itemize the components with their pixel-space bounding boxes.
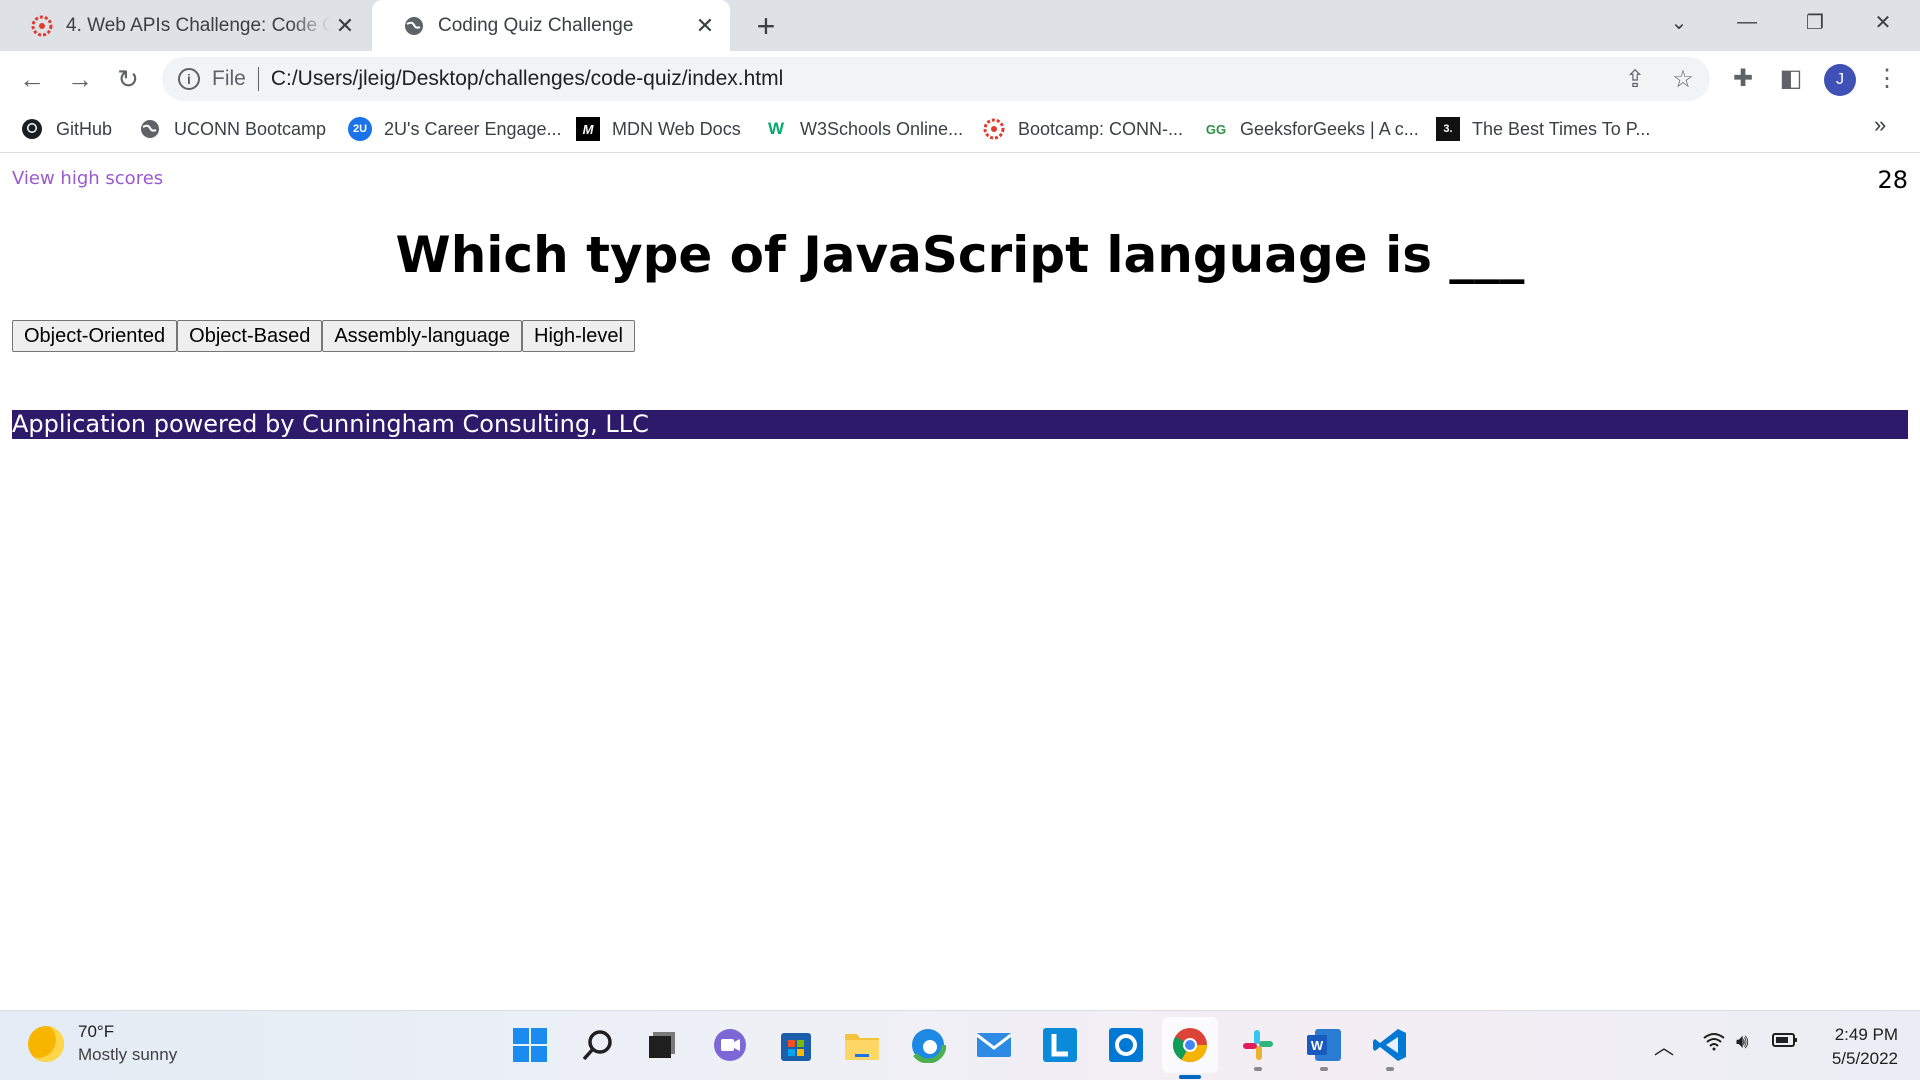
browser-toolbar: ← → ↻ i File C:/Users/jleig/Desktop/chal… — [0, 51, 1920, 105]
start-icon[interactable] — [510, 1025, 550, 1065]
answer-button-high-level[interactable]: High-level — [522, 320, 635, 352]
bookmark-label: MDN Web Docs — [612, 118, 741, 139]
running-app-indicator — [1320, 1067, 1328, 1071]
tab-strip: 4. Web APIs Challenge: Code Quiz ✕ Codin… — [0, 0, 1920, 51]
new-tab-button[interactable]: + — [748, 8, 784, 44]
mail-icon[interactable] — [974, 1025, 1014, 1065]
bookmark-label: Bootcamp: CONN-... — [1018, 118, 1184, 139]
tab-web-apis-challenge[interactable]: 4. Web APIs Challenge: Code Quiz ✕ — [0, 0, 370, 51]
bookmark-2u-career[interactable]: 2U 2U's Career Engage... — [348, 115, 562, 143]
tab-coding-quiz-challenge[interactable]: Coding Quiz Challenge ✕ — [372, 0, 730, 51]
answer-button-object-oriented[interactable]: Object-Oriented — [12, 320, 178, 352]
bookmarks-bar: GitHub UCONN Bootcamp 2U 2U's Career Eng… — [0, 105, 1920, 153]
answer-button-object-based[interactable]: Object-Based — [177, 320, 323, 352]
tab-title: Coding Quiz Challenge — [438, 14, 634, 36]
running-app-indicator — [1254, 1067, 1262, 1071]
article-icon: 3. — [1436, 117, 1460, 141]
close-tab-icon[interactable]: ✕ — [330, 11, 360, 41]
share-icon[interactable]: ⇪ — [1622, 66, 1648, 93]
answer-buttons: Object-Oriented Object-Based Assembly-la… — [12, 320, 635, 352]
weather-temp: 70°F — [78, 1022, 115, 1041]
system-clock[interactable]: 2:49 PM 5/5/2022 — [1832, 1023, 1898, 1071]
reload-button[interactable]: ↻ — [108, 59, 148, 99]
vscode-icon[interactable] — [1370, 1025, 1410, 1071]
clock-date: 5/5/2022 — [1831, 1049, 1898, 1068]
mdn-icon: M — [576, 117, 600, 141]
back-button[interactable]: ← — [12, 59, 52, 99]
avatar[interactable]: J — [1824, 64, 1856, 96]
globe-icon — [402, 14, 426, 38]
battery-icon[interactable] — [1772, 1031, 1798, 1054]
bookmark-label: The Best Times To P... — [1472, 118, 1651, 139]
globe-icon — [138, 117, 162, 141]
bookmark-bootcamp-conn[interactable]: Bootcamp: CONN-... — [982, 115, 1183, 143]
weather-sun-icon — [28, 1026, 64, 1062]
teams-chat-icon[interactable] — [710, 1025, 750, 1065]
url-text[interactable]: C:/Users/jleig/Desktop/challenges/code-q… — [271, 67, 783, 91]
close-window-button[interactable]: ✕ — [1850, 0, 1916, 45]
geeksforgeeks-icon: GG — [1205, 121, 1227, 137]
microsoft-store-icon[interactable] — [776, 1025, 816, 1065]
w3schools-icon: W — [767, 119, 785, 138]
wifi-icon[interactable] — [1702, 1031, 1726, 1057]
forward-button[interactable]: → — [60, 59, 100, 99]
url-scheme-label: File — [212, 67, 246, 90]
chrome-icon[interactable] — [1162, 1017, 1218, 1079]
quiz-page: View high scores 28 Which type of JavaSc… — [0, 154, 1920, 1010]
bookmark-star-icon[interactable]: ☆ — [1670, 66, 1696, 93]
github-icon — [20, 117, 44, 141]
weather-condition: Mostly sunny — [78, 1045, 178, 1064]
active-app-indicator — [1179, 1075, 1201, 1079]
bookmark-geeksforgeeks[interactable]: GG GeeksforGeeks | A c... — [1204, 115, 1419, 143]
address-bar[interactable]: i File C:/Users/jleig/Desktop/challenges… — [162, 57, 1710, 101]
view-high-scores-link[interactable]: View high scores — [12, 168, 163, 189]
side-panel-icon[interactable]: ◧ — [1776, 63, 1806, 93]
edge-icon[interactable] — [908, 1025, 948, 1065]
close-tab-icon[interactable]: ✕ — [690, 11, 720, 41]
weather-widget[interactable]: 70°F Mostly sunny — [28, 1021, 177, 1067]
timer: 28 — [1877, 166, 1908, 194]
bookmark-mdn[interactable]: M MDN Web Docs — [576, 115, 741, 143]
extensions-icon[interactable]: ✚ — [1728, 63, 1758, 93]
bookmark-github[interactable]: GitHub — [20, 115, 112, 143]
bookmark-uconn-bootcamp[interactable]: UCONN Bootcamp — [138, 115, 326, 143]
info-icon[interactable]: i — [178, 68, 200, 90]
clock-time: 2:49 PM — [1834, 1025, 1898, 1044]
tab-title: 4. Web APIs Challenge: Code Quiz — [66, 14, 330, 36]
lumen-app-icon[interactable] — [1040, 1025, 1080, 1065]
running-app-indicator — [1386, 1067, 1394, 1071]
url-separator — [257, 67, 259, 91]
cortana-app-icon[interactable] — [1106, 1025, 1146, 1065]
bookmark-label: UCONN Bootcamp — [174, 118, 327, 139]
canvas-icon — [982, 117, 1006, 141]
2u-icon: 2U — [348, 117, 372, 141]
slack-icon[interactable] — [1238, 1025, 1278, 1071]
tab-search-icon[interactable]: ⌄ — [1646, 0, 1712, 45]
bookmark-label: 2U's Career Engage... — [384, 118, 562, 139]
bookmark-label: GeeksforGeeks | A c... — [1240, 118, 1419, 139]
canvas-icon — [30, 14, 54, 38]
more-bookmarks-button[interactable]: » — [1874, 112, 1886, 138]
bookmark-w3schools[interactable]: W W3Schools Online... — [764, 115, 963, 143]
volume-icon[interactable]: 🔊︎ — [1736, 1031, 1749, 1054]
word-icon[interactable]: W — [1304, 1025, 1344, 1071]
question-title: Which type of JavaScript language is ___ — [395, 226, 1525, 284]
bookmark-label: GitHub — [56, 118, 113, 139]
menu-icon[interactable]: ⋮ — [1872, 63, 1902, 93]
bookmark-label: W3Schools Online... — [800, 118, 964, 139]
search-icon[interactable] — [578, 1025, 618, 1065]
minimize-button[interactable]: — — [1714, 0, 1780, 45]
answer-button-assembly-language[interactable]: Assembly-language — [322, 320, 522, 352]
file-explorer-icon[interactable] — [842, 1025, 882, 1065]
show-hidden-icons-chevron-up-icon[interactable]: ︿ — [1654, 1031, 1674, 1060]
bookmark-best-times[interactable]: 3. The Best Times To P... — [1436, 115, 1650, 143]
windows-taskbar: 70°F Mostly sunny W ︿ 🔊︎ 2:49 PM 5/5/202… — [0, 1010, 1920, 1080]
page-footer: Application powered by Cunningham Consul… — [12, 410, 1908, 439]
restore-button[interactable]: ❐ — [1782, 0, 1848, 45]
task-view-icon[interactable] — [642, 1025, 682, 1065]
svg-text:W: W — [1311, 1038, 1324, 1053]
